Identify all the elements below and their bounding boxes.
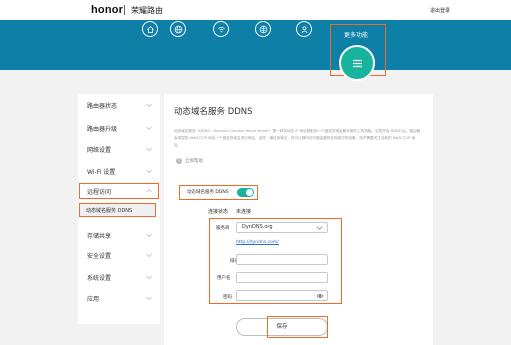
sidebar-item-storage[interactable]: 存储共享 [78, 225, 160, 245]
password-label: 密码 [223, 295, 232, 300]
sidebar-item-label: Wi-Fi 设置 [87, 169, 116, 176]
user-icon[interactable] [296, 21, 312, 37]
sidebar-item-label: 网络设置 [87, 147, 112, 154]
sidebar-item-remote-access[interactable]: 远程访问 [78, 181, 160, 201]
chevron-down-icon [146, 253, 152, 258]
username-input[interactable] [236, 272, 328, 283]
chevron-down-icon [146, 147, 152, 152]
chevron-down-icon [146, 103, 152, 108]
sidebar-item-router-status[interactable]: 路由器状态 [78, 95, 160, 115]
save-button-highlight [267, 316, 328, 338]
help-link[interactable]: ? 立即帮助 [176, 158, 203, 164]
provider-label: 服务商 [216, 226, 230, 231]
chevron-down-icon [146, 275, 152, 280]
chevron-up-icon [146, 188, 152, 193]
help-icon: ? [176, 158, 182, 164]
ddns-description: 动态域名服务（DDNS：Dynamic Domain Name Server）是… [174, 129, 421, 147]
provider-select[interactable]: DynDNS.org [236, 222, 328, 233]
sidebar-item-network[interactable]: 网络设置 [78, 139, 160, 159]
help-label: 立即帮助 [185, 159, 203, 164]
sidebar-item-label: 系统设置 [87, 275, 112, 282]
logo-divider [124, 5, 125, 15]
chevron-down-icon [146, 233, 152, 238]
sidebar-item-label: 远程访问 [87, 189, 112, 196]
more-functions-label: 更多功能 [344, 32, 369, 39]
provider-link[interactable]: http://dyndns.com/ [236, 240, 279, 245]
username-label: 用户名 [217, 276, 231, 281]
chevron-down-icon [146, 169, 152, 174]
wifi-icon[interactable] [213, 21, 229, 37]
home-icon[interactable] [142, 21, 158, 37]
network-icon[interactable] [255, 21, 271, 37]
ddns-toggle[interactable] [237, 188, 254, 197]
menu-icon [352, 59, 362, 67]
more-functions-button[interactable] [339, 45, 375, 81]
sidebar-item-security[interactable]: 安全设置 [78, 245, 160, 265]
brand-title: 荣耀路由 [131, 6, 163, 15]
connection-status-value: 未连接 [236, 209, 252, 215]
chevron-down-icon [146, 296, 152, 301]
sidebar-item-label: 路由器状态 [87, 103, 118, 110]
sidebar-item-router-upgrade[interactable]: 路由器升级 [78, 118, 160, 138]
password-input[interactable] [236, 290, 328, 301]
globe-icon[interactable] [170, 21, 186, 37]
sidebar-item-apps[interactable]: 应用 [78, 288, 160, 308]
ddns-switch-label: 动态域名服务 DDNS [187, 190, 229, 195]
honor-logo: honor [91, 4, 124, 16]
sidebar-item-label: 路由器升级 [87, 126, 118, 133]
chevron-down-icon [316, 226, 323, 230]
logout-link[interactable]: 退出登录 [430, 7, 450, 14]
domain-input[interactable] [236, 254, 328, 265]
sidebar-item-system[interactable]: 系统设置 [78, 267, 160, 287]
page-title: 动态域名服务 DDNS [174, 107, 253, 117]
sidebar-subitem-label: 动态域名服务 DDNS [86, 208, 133, 214]
sidebar-subitem-ddns[interactable]: 动态域名服务 DDNS [79, 203, 156, 217]
provider-value: DynDNS.org [242, 224, 273, 230]
sidebar-item-wifi[interactable]: Wi-Fi 设置 [78, 161, 160, 181]
sidebar-item-label: 应用 [87, 296, 100, 303]
sidebar-item-label: 存储共享 [87, 233, 112, 240]
sidebar-item-label: 安全设置 [87, 253, 112, 260]
chevron-down-icon [146, 126, 152, 131]
connection-status-label: 连接状态 [208, 209, 229, 215]
top-bar: honor 荣耀路由 退出登录 [0, 0, 511, 20]
eye-icon[interactable] [316, 292, 324, 300]
